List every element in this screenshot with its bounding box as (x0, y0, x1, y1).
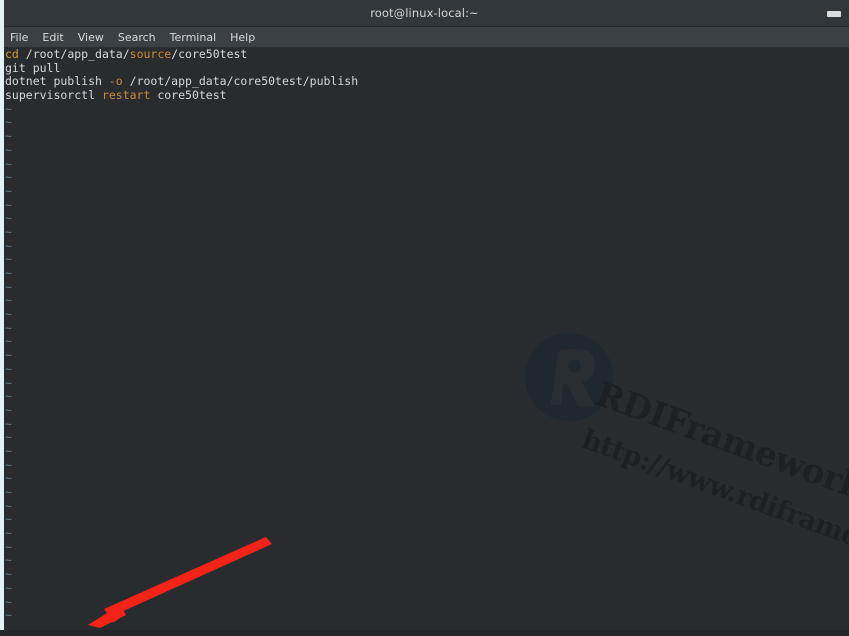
editor-filler-line: ~ (5, 567, 12, 582)
editor-filler-line: ~ (5, 457, 12, 472)
editor-token: git pull (5, 60, 61, 75)
editor-filler-line: ~ (5, 539, 12, 554)
menu-item-search[interactable]: Search (118, 31, 156, 44)
editor-filler-line: ~ (5, 293, 12, 308)
editor-filler-line: ~ (5, 115, 12, 130)
menu-item-help[interactable]: Help (230, 31, 255, 44)
editor-token: restart (101, 88, 151, 103)
editor-filler-line: ~ (5, 485, 12, 499)
editor-token: source (129, 48, 172, 61)
editor-filler-line: ~ (5, 553, 12, 568)
editor-filler-line: ~ (5, 238, 12, 253)
editor-token: -o (108, 74, 123, 89)
editor-filler-line: ~ (5, 334, 12, 349)
terminal-screen[interactable]: RDIFramework.NET http://www.rdiframework… (0, 48, 849, 630)
window-bottom-edge (0, 630, 849, 636)
editor-filler-line: ~ (5, 375, 12, 390)
editor-filler-line: ~ (5, 443, 12, 458)
editor-buffer: cd /root/app_data/source/core50test git p… (5, 48, 849, 623)
editor-filler-line: ~ (5, 266, 12, 280)
editor-filler-line: ~ (5, 594, 12, 609)
editor-line: cd /root/app_data/source/core50test (5, 48, 849, 62)
title-bar: root@linux-local:~ (0, 0, 849, 27)
editor-filler-line: ~ (5, 252, 12, 267)
editor-line: dotnet publish -o /root/app_data/core50t… (5, 75, 849, 89)
vim-command-line[interactable]: :set ff=unix (5, 615, 123, 636)
editor-filler-line: ~ (5, 580, 12, 595)
menu-item-edit[interactable]: Edit (42, 31, 63, 44)
editor-filler-line: ~ (5, 348, 12, 363)
editor-filler-line: ~ (5, 608, 12, 623)
editor-token: supervisorctl (5, 88, 102, 103)
editor-filler-line: ~ (5, 526, 12, 541)
menu-bar: File Edit View Search Terminal Help (0, 27, 849, 48)
editor-line: git pull (5, 60, 849, 76)
editor-filler-line: ~ (5, 211, 12, 226)
editor-filler-line: ~ (5, 129, 12, 144)
editor-token: core50test (150, 88, 227, 103)
editor-token: /root/app_data/core50test/publish (122, 74, 359, 89)
minimize-button[interactable] (827, 11, 841, 17)
editor-filler-line: ~ (5, 279, 12, 294)
editor-filler-line: ~ (5, 402, 12, 417)
editor-filler-line: ~ (5, 197, 12, 212)
editor-line: supervisorctl restart core50test (5, 88, 849, 103)
editor-token: dotnet publish (5, 74, 109, 89)
editor-filler-line: ~ (5, 307, 12, 322)
editor-filler-line: ~ (5, 224, 12, 239)
editor-token: /root/app_data/ (18, 48, 130, 61)
editor-filler-line: ~ (5, 320, 12, 335)
editor-filler-line: ~ (5, 389, 12, 404)
terminal-window: root@linux-local:~ File Edit View Search Ter… (0, 0, 849, 636)
menu-item-terminal[interactable]: Terminal (170, 31, 217, 44)
menu-item-view[interactable]: View (78, 31, 104, 44)
menu-item-file[interactable]: File (10, 31, 28, 44)
editor-filler-line: ~ (5, 498, 12, 513)
editor-filler-line: ~ (5, 471, 12, 486)
editor-filler-line: ~ (5, 142, 12, 157)
editor-filler-line: ~ (5, 512, 12, 527)
editor-token: cd (5, 48, 19, 61)
editor-filler-line: ~ (5, 170, 12, 185)
editor-filler-line: ~ (5, 156, 12, 171)
editor-filler-line: ~ (5, 430, 12, 445)
editor-filler-line: ~ (5, 183, 12, 198)
editor-filler-line: ~ (5, 361, 12, 376)
editor-filler-line: ~ (5, 416, 12, 431)
editor-token: /core50test (171, 48, 248, 61)
window-title: root@linux-local:~ (370, 6, 479, 20)
editor-filler-line: ~ (5, 101, 12, 116)
